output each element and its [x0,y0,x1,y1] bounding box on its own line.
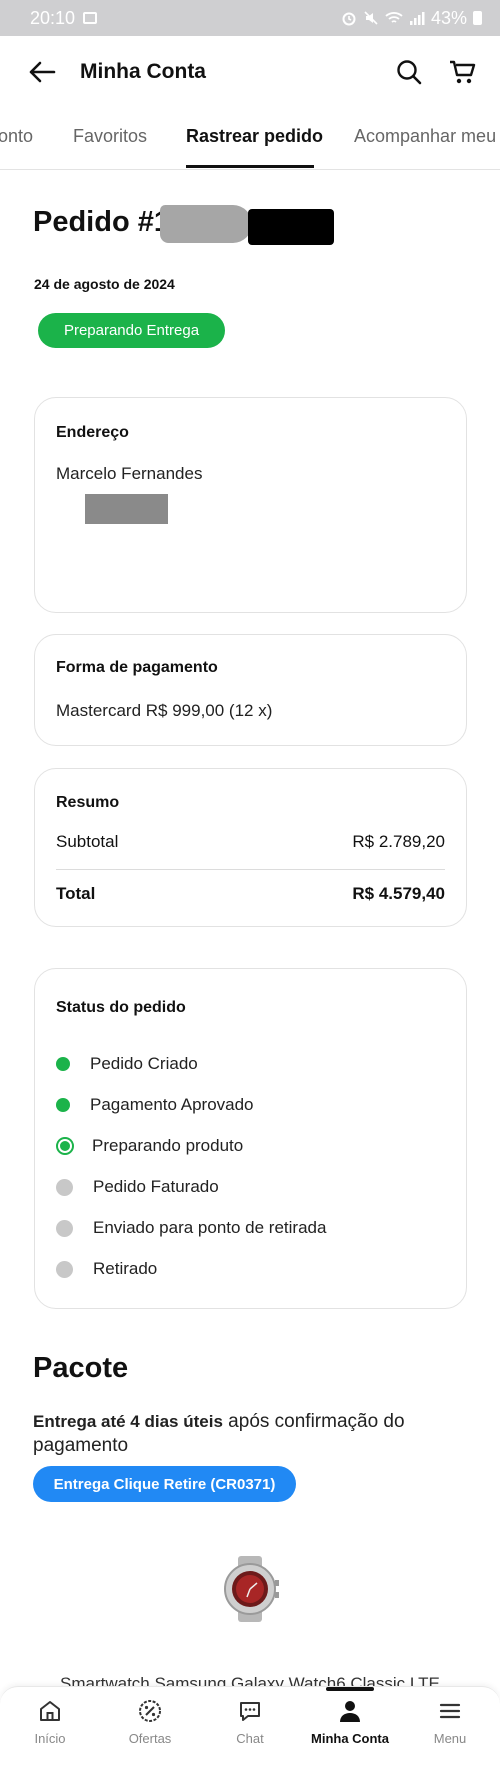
step-label: Preparando produto [92,1136,244,1155]
order-status-badge: Preparando Entrega [38,313,225,348]
step-label: Pedido Criado [90,1054,198,1073]
nav-item-menu[interactable]: Menu [400,1699,500,1746]
percent-badge-icon [139,1700,161,1722]
summary-title: Resumo [56,794,120,811]
address-name: Marcelo Fernandes [56,464,203,483]
order-date: 24 de agosto de 2024 [34,276,175,292]
delivery-deadline: Entrega até 4 dias úteis [33,1412,223,1431]
alarm-icon [342,12,356,26]
cart-icon[interactable] [448,59,476,85]
status-step: Pedido Faturado [56,1177,219,1197]
smartwatch-product-image [224,1556,279,1622]
total-row: Total R$ 4.579,40 [56,884,445,904]
step-label: Retirado [93,1259,158,1278]
step-label: Pagamento Aprovado [90,1095,254,1114]
redaction-mark [160,205,252,243]
subtotal-row: Subtotal R$ 2.789,20 [56,832,445,852]
nav-active-indicator [326,1687,374,1691]
payment-method: Mastercard R$ 999,00 (12 x) [56,701,273,720]
step-label: Pedido Faturado [93,1177,219,1196]
status-step: Pagamento Aprovado [56,1095,254,1115]
summary-card: Resumo Subtotal R$ 2.789,20 Total R$ 4.5… [34,768,467,927]
nav-label: Minha Conta [311,1731,389,1746]
nav-label: Chat [236,1731,264,1746]
status-step: Preparando produto [56,1136,243,1156]
nav-item-ofertas[interactable]: Ofertas [100,1699,200,1746]
step-done-icon [56,1057,70,1071]
tab-rastrear-pedido[interactable]: Rastrear pedido [186,126,323,147]
tab-ponto[interactable]: onto [0,126,33,147]
battery-icon [473,11,482,25]
back-arrow-icon[interactable] [28,60,56,84]
nav-label: Menu [433,1731,467,1746]
payment-card: Forma de pagamento Mastercard R$ 999,00 … [34,634,467,746]
address-title: Endereço [56,424,129,441]
hamburger-icon [439,1703,461,1719]
summary-divider [56,869,445,870]
chat-icon [240,1702,260,1721]
app-bar-actions [396,59,476,85]
payment-title: Forma de pagamento [56,659,218,676]
step-pending-icon [56,1260,73,1278]
page-title: Minha Conta [80,60,206,83]
order-status-card: Status do pedido Pedido Criado Pagamento… [34,968,467,1309]
step-pending-icon [56,1178,73,1196]
step-current-icon [56,1137,74,1155]
step-done-icon [56,1098,70,1112]
person-icon [340,1701,360,1722]
subtotal-value: R$ 2.789,20 [352,832,445,851]
account-tabs: onto Favoritos Rastrear pedido Acompanha… [0,112,500,170]
nav-item-minha-conta[interactable]: Minha Conta [300,1699,400,1746]
package-title: Pacote [33,1352,129,1384]
redaction-mark [248,209,334,245]
total-value: R$ 4.579,40 [352,884,445,903]
gallery-icon [83,12,98,24]
step-label: Enviado para ponto de retirada [93,1218,327,1237]
nav-item-inicio[interactable]: Início [0,1699,100,1746]
mute-icon [364,11,378,25]
status-step: Enviado para ponto de retirada [56,1218,326,1238]
nav-label: Ofertas [128,1731,172,1746]
status-bar: 20:10 43% [0,0,500,36]
wifi-icon [385,12,403,23]
redaction-mark [85,494,168,524]
order-number: Pedido #1 [33,206,170,238]
active-tab-indicator [186,165,314,168]
nav-item-chat[interactable]: Chat [200,1699,300,1746]
pickup-location-button[interactable]: Entrega Clique Retire (CR0371) [33,1466,296,1502]
status-step: Pedido Criado [56,1054,198,1074]
tab-acompanhar[interactable]: Acompanhar meu r [354,126,500,147]
status-icons: 43% [341,8,482,29]
tab-favoritos[interactable]: Favoritos [73,126,147,147]
total-label: Total [56,884,96,903]
step-pending-icon [56,1219,73,1237]
home-icon [40,1701,60,1721]
package-delivery-text: Entrega até 4 dias úteis após confirmaçã… [33,1410,453,1458]
address-card: Endereço Marcelo Fernandes [34,397,467,613]
bottom-nav: Início Ofertas Chat Minha Conta Menu [0,1686,500,1770]
status-title: Status do pedido [56,999,186,1016]
app-bar: Minha Conta [0,36,500,108]
status-step: Retirado [56,1259,157,1279]
nav-label: Início [34,1731,66,1746]
search-icon[interactable] [396,59,422,85]
status-time: 20:10 [30,7,76,28]
subtotal-label: Subtotal [56,832,119,851]
signal-icon [409,12,425,25]
battery-percent: 43% [430,7,467,28]
